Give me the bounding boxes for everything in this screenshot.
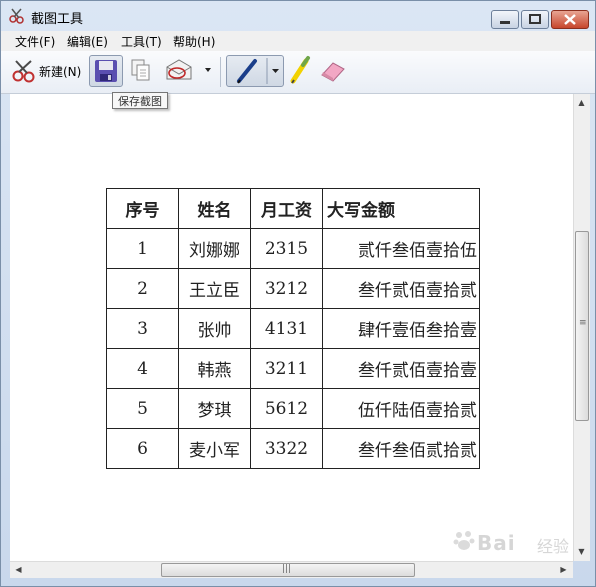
highlighter-button[interactable] xyxy=(287,55,313,87)
cell-amount-words: 伍仟陆佰壹拾贰 xyxy=(322,388,480,429)
new-button-label: 新建(N) xyxy=(39,65,82,79)
menu-help[interactable]: 帮助(H) xyxy=(173,33,215,50)
save-tooltip: 保存截图 xyxy=(112,92,168,109)
cell-salary: 3322 xyxy=(250,428,323,469)
horizontal-scrollbar[interactable]: ◀ ||| ▶ xyxy=(10,561,573,578)
header-index: 序号 xyxy=(106,188,179,229)
cell-salary: 3212 xyxy=(250,268,323,309)
table-row: 4 韩燕 3211 叁仟贰佰壹拾壹 xyxy=(106,348,480,389)
cell-salary: 4131 xyxy=(250,308,323,349)
scroll-left-icon[interactable]: ◀ xyxy=(11,562,26,577)
table-row: 5 梦琪 5612 伍仟陆佰壹拾贰 xyxy=(106,388,480,429)
cell-amount-words: 贰仟叁佰壹拾伍 xyxy=(322,228,480,269)
cell-index: 1 xyxy=(106,228,179,269)
eraser-icon xyxy=(321,62,345,82)
scissors-icon xyxy=(9,8,25,24)
cell-amount-words: 叁仟贰佰壹拾贰 xyxy=(322,268,480,309)
cell-index: 2 xyxy=(106,268,179,309)
save-button[interactable] xyxy=(89,55,123,87)
cell-name: 麦小军 xyxy=(178,428,251,469)
cell-index: 6 xyxy=(106,428,179,469)
table-row: 6 麦小军 3322 叁仟叁佰贰拾贰 xyxy=(106,428,480,469)
header-salary: 月工资 xyxy=(250,188,323,229)
window-title: 截图工具 xyxy=(31,12,84,27)
chevron-down-icon xyxy=(205,68,211,72)
menu-file[interactable]: 文件(F) xyxy=(15,33,55,50)
copy-icon xyxy=(131,59,150,81)
cell-amount-words: 叁仟贰佰壹拾壹 xyxy=(322,348,480,389)
close-button[interactable] xyxy=(551,10,589,29)
title-bar: 截图工具 xyxy=(1,1,595,31)
close-icon xyxy=(564,14,576,25)
minimize-button[interactable] xyxy=(491,10,519,29)
cell-index: 4 xyxy=(106,348,179,389)
chevron-down-icon xyxy=(272,69,279,73)
menu-edit[interactable]: 编辑(E) xyxy=(67,33,108,50)
cell-name: 张帅 xyxy=(178,308,251,349)
cell-index: 5 xyxy=(106,388,179,429)
table-row: 2 王立臣 3212 叁仟贰佰壹拾贰 xyxy=(106,268,480,309)
toolbar-separator xyxy=(220,57,221,87)
watermark-suffix: 经验 xyxy=(537,537,570,556)
vertical-scrollbar[interactable]: ▲ ≡ ▼ xyxy=(573,94,590,561)
minimize-icon xyxy=(500,21,510,24)
cell-name: 梦琪 xyxy=(178,388,251,429)
header-name: 姓名 xyxy=(178,188,251,229)
send-snip-button[interactable] xyxy=(163,55,215,87)
cell-name: 韩燕 xyxy=(178,348,251,389)
cell-index: 3 xyxy=(106,308,179,349)
grip-icon: ≡ xyxy=(579,318,587,328)
header-amount-words: 大写金额 xyxy=(322,188,480,229)
menu-bar: 文件(F) 编辑(E) 工具(T) 帮助(H) xyxy=(1,31,595,52)
vertical-scroll-thumb[interactable]: ≡ xyxy=(575,231,589,421)
grip-icon: ||| xyxy=(282,564,292,574)
copy-button[interactable] xyxy=(127,55,155,87)
cell-amount-words: 叁仟叁佰贰拾贰 xyxy=(322,428,480,469)
paw-icon xyxy=(453,531,475,550)
watermark-brand: Bai xyxy=(477,531,516,555)
scroll-right-icon[interactable]: ▶ xyxy=(556,562,571,577)
cell-salary: 3211 xyxy=(250,348,323,389)
scissors-icon xyxy=(11,59,37,87)
save-icon xyxy=(95,60,117,82)
eraser-button[interactable] xyxy=(317,55,347,87)
pen-icon xyxy=(237,59,257,84)
snipping-tool-window: 截图工具 文件(F) 编辑(E) 工具(T) 帮助(H) 新建(N) 保存截图 … xyxy=(0,0,596,587)
scroll-up-icon[interactable]: ▲ xyxy=(574,95,589,110)
menu-tools[interactable]: 工具(T) xyxy=(121,33,162,50)
new-snip-button[interactable]: 新建(N) xyxy=(9,55,85,87)
horizontal-scroll-thumb[interactable]: ||| xyxy=(161,563,415,577)
cell-salary: 2315 xyxy=(250,228,323,269)
cell-amount-words: 肆仟壹佰叁拾壹 xyxy=(322,308,480,349)
cell-name: 王立臣 xyxy=(178,268,251,309)
toolbar: 新建(N) xyxy=(1,51,595,94)
maximize-button[interactable] xyxy=(521,10,549,29)
send-icon xyxy=(166,59,192,80)
maximize-icon xyxy=(529,14,541,24)
snip-canvas: 序号 姓名 月工资 大写金额 1 刘娜娜 2315 贰仟叁佰壹拾伍 2 王立臣 … xyxy=(10,94,573,561)
pen-button[interactable] xyxy=(226,55,284,87)
salary-table: 序号 姓名 月工资 大写金额 1 刘娜娜 2315 贰仟叁佰壹拾伍 2 王立臣 … xyxy=(106,188,480,469)
highlighter-icon xyxy=(290,56,310,84)
table-row: 3 张帅 4131 肆仟壹佰叁拾壹 xyxy=(106,308,480,349)
cell-salary: 5612 xyxy=(250,388,323,429)
cell-name: 刘娜娜 xyxy=(178,228,251,269)
table-row: 1 刘娜娜 2315 贰仟叁佰壹拾伍 xyxy=(106,228,480,269)
baidu-watermark: Bai 经验 xyxy=(453,521,587,561)
table-header-row: 序号 姓名 月工资 大写金额 xyxy=(106,188,480,229)
